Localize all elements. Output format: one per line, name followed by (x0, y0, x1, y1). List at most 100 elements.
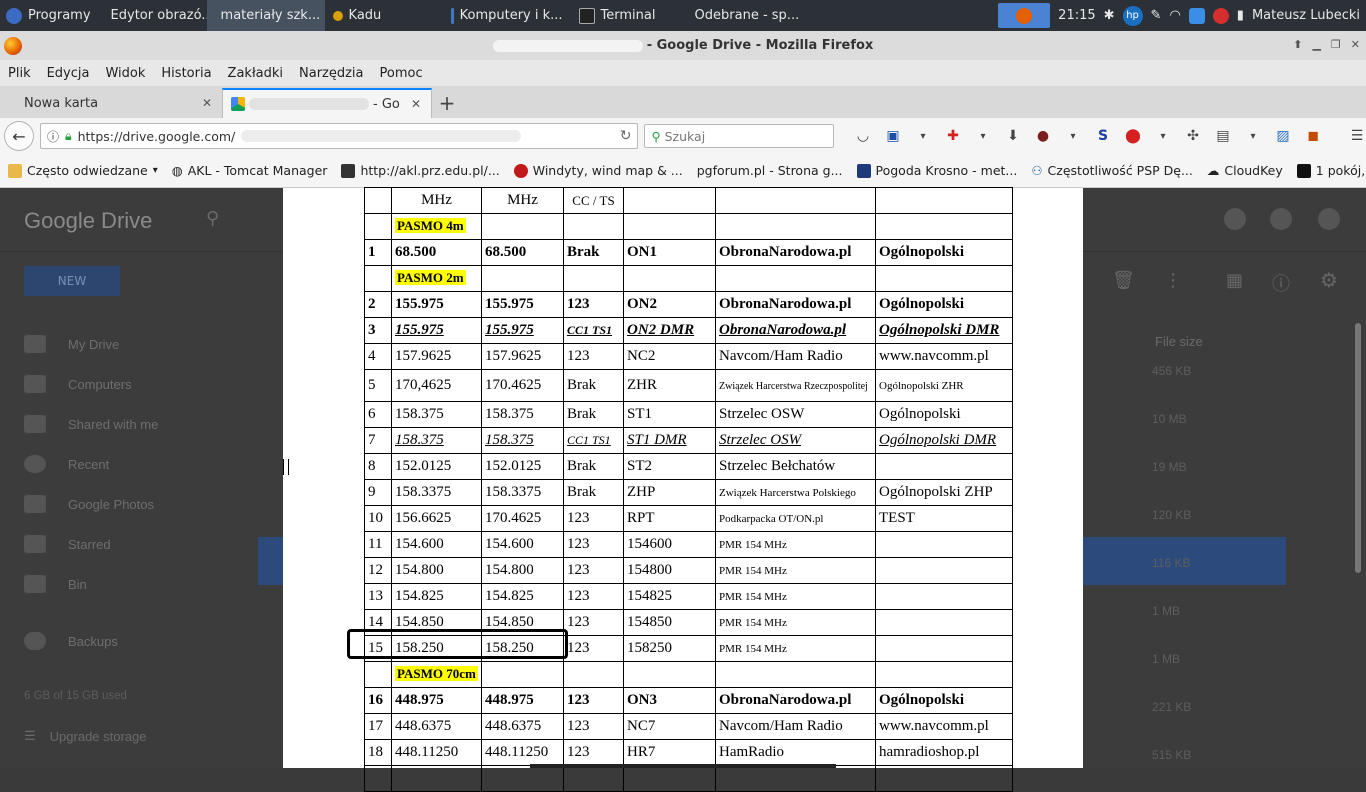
bluetooth-icon[interactable]: ✱ (1104, 8, 1115, 23)
adblock-plus-icon[interactable]: ⬤ (1124, 128, 1142, 144)
taskbar-item-mail[interactable]: Odebrane - sp... (681, 0, 807, 31)
minimize-icon[interactable]: ▁ (1312, 38, 1320, 51)
bookmark-windyty[interactable]: Windyty, wind map & ... (513, 163, 683, 178)
table-cell: 6 (364, 401, 392, 428)
more-icon[interactable]: ⋮ (1164, 270, 1182, 291)
notifications-icon[interactable] (1270, 208, 1292, 230)
taskbar-item-computers[interactable]: Komputery i k... (443, 0, 571, 31)
wifi-icon[interactable]: ◠ (1169, 8, 1180, 23)
battery-icon[interactable]: ▮ (1237, 8, 1244, 23)
menu-bookmarks[interactable]: Zakładki (220, 66, 291, 81)
chevron-down-icon[interactable]: ▾ (1064, 131, 1082, 142)
upgrade-storage-link[interactable]: ☰ Upgrade storage (24, 728, 147, 744)
table-cell (875, 531, 1013, 558)
stylish-icon[interactable]: S (1094, 128, 1112, 144)
extension-icon[interactable]: ✣ (1184, 128, 1202, 144)
sidebar-item-starred[interactable]: Starred (0, 524, 258, 564)
sidebar-item-computers[interactable]: Computers (0, 364, 258, 404)
scrollbar[interactable] (1355, 323, 1361, 573)
file-size-header[interactable]: File size (1155, 334, 1203, 349)
taskbar-item-terminal[interactable]: Terminal (571, 0, 681, 31)
bookmark-pgforum[interactable]: pgforum.pl - Strona g... (697, 163, 843, 178)
arrow-up-icon[interactable]: ⬆ (1293, 38, 1302, 51)
cell-text: 155.975 (395, 322, 444, 338)
menu-edit[interactable]: Edycja (39, 66, 98, 81)
chevron-down-icon[interactable]: ▾ (974, 131, 992, 142)
taskbar-item-kadu[interactable]: Kadu (325, 0, 443, 31)
bookmark-tomcat[interactable]: ◍ AKL - Tomcat Manager (172, 163, 328, 178)
new-tab-button[interactable]: + (432, 88, 462, 118)
lock-icon[interactable]: 🔒︎ (65, 128, 72, 144)
trash-icon[interactable]: 🗑︎ (1112, 270, 1135, 291)
start-menu-button[interactable]: Programy (0, 0, 97, 31)
info-icon[interactable]: ⓘ (47, 128, 59, 145)
horizontal-scrollbar[interactable] (530, 764, 836, 768)
table-cell: PMR 154 MHz (715, 609, 876, 636)
hp-icon[interactable]: hp (1122, 5, 1143, 26)
bookmark-psp[interactable]: ⚇ Częstotliwość PSP Dę... (1031, 163, 1193, 178)
grid-view-icon[interactable]: ▦ (1226, 270, 1243, 291)
maximize-icon[interactable]: ❐ (1331, 38, 1341, 51)
close-icon[interactable]: ✕ (1351, 38, 1360, 51)
tab-new-tab[interactable]: Nowa karta ✕ (0, 88, 222, 118)
table-cell: 448.975 (481, 687, 564, 714)
bookmark-cloudkey[interactable]: ☁ CloudKey (1207, 163, 1283, 178)
sidebar-item-photos[interactable]: Google Photos (0, 484, 258, 524)
avatar[interactable] (1318, 208, 1340, 230)
download-icon[interactable]: ⬇ (1004, 128, 1022, 144)
cell-text: 154.800 (485, 562, 534, 578)
table-cell (715, 213, 876, 240)
taskbar-item-image-editor[interactable]: Edytor obrazó... (97, 0, 207, 31)
bookmark-most-visited[interactable]: Często odwiedzane ▾ (8, 163, 158, 178)
apps-grid-icon[interactable] (1224, 208, 1246, 230)
user-name[interactable]: Mateusz Lubecki (1252, 8, 1360, 23)
chevron-down-icon[interactable]: ▾ (1154, 131, 1172, 142)
pocket-icon[interactable]: ◡ (854, 128, 872, 144)
menu-view[interactable]: Widok (97, 66, 153, 81)
table-cell: 448.11250 (481, 739, 564, 766)
bookmark-pogoda[interactable]: Pogoda Krosno - met... (856, 163, 1017, 178)
cell-text: Ogólnopolski DMR (879, 432, 997, 448)
menu-tools[interactable]: Narzędzia (291, 66, 372, 81)
sidebar-item-shared[interactable]: Shared with me (0, 404, 258, 444)
taskbar-item-firefox[interactable]: materiały szk... (206, 0, 325, 31)
menu-file[interactable]: Plik (0, 66, 39, 81)
cloud-icon (24, 632, 46, 650)
notes-icon[interactable]: ✎ (1151, 8, 1162, 23)
sidebar-item-recent[interactable]: Recent (0, 444, 258, 484)
bookmark-apartment[interactable]: 1 pokój, mieszkanie n... (1296, 163, 1366, 178)
sidebar-item-bin[interactable]: Bin (0, 564, 258, 604)
url-bar[interactable]: ⓘ 🔒︎ https://drive.google.com/ ↻ (39, 123, 639, 149)
close-tab-icon[interactable]: ✕ (202, 96, 212, 110)
menu-help[interactable]: Pomoc (372, 66, 431, 81)
cell-text: 11 (368, 536, 383, 552)
image-icon[interactable]: ▨ (1274, 128, 1292, 144)
search-icon[interactable]: ⚲ (206, 208, 219, 229)
chevron-down-icon[interactable]: ▾ (1244, 131, 1262, 142)
addon-icon[interactable]: ◼ (1304, 128, 1322, 144)
back-button[interactable]: ← (4, 121, 34, 151)
settings-icon[interactable]: ⚙ (1320, 268, 1338, 292)
bookmark-akl[interactable]: http://akl.prz.edu.pl/... (341, 163, 500, 178)
menu-history[interactable]: Historia (153, 66, 219, 81)
chevron-down-icon[interactable]: ▾ (914, 131, 932, 142)
info-icon[interactable]: ⓘ (1272, 270, 1290, 296)
search-bar[interactable]: ⚲ Szukaj (644, 124, 835, 148)
tab-google-drive[interactable]: - Go ✕ (222, 88, 432, 118)
save-icon[interactable]: ▣ (884, 128, 902, 144)
no-entry-icon[interactable] (1212, 7, 1229, 24)
sidebar-item-backups[interactable]: Backups (0, 621, 258, 661)
first-aid-icon[interactable]: ✚ (944, 128, 962, 144)
new-button[interactable]: NEW (24, 266, 120, 296)
close-tab-icon[interactable]: ✕ (411, 97, 421, 111)
hamburger-menu-icon[interactable]: ☰ (1348, 128, 1366, 144)
document-preview[interactable]: MHz MHz CC / TS PASMO 4m 1 68.500 68.500 Brak ON… (283, 187, 1083, 792)
cell-text: 154825 (627, 588, 672, 604)
reload-icon[interactable]: ↻ (620, 128, 632, 144)
ghostery-icon[interactable]: ● (1034, 128, 1052, 144)
update-icon[interactable] (1188, 7, 1205, 24)
table-cell: 154825 (623, 583, 716, 610)
firefox-tray-button[interactable] (998, 3, 1051, 28)
sidebar-item-my-drive[interactable]: My Drive (0, 324, 258, 364)
clipboard-icon[interactable]: ▤ (1214, 128, 1232, 144)
